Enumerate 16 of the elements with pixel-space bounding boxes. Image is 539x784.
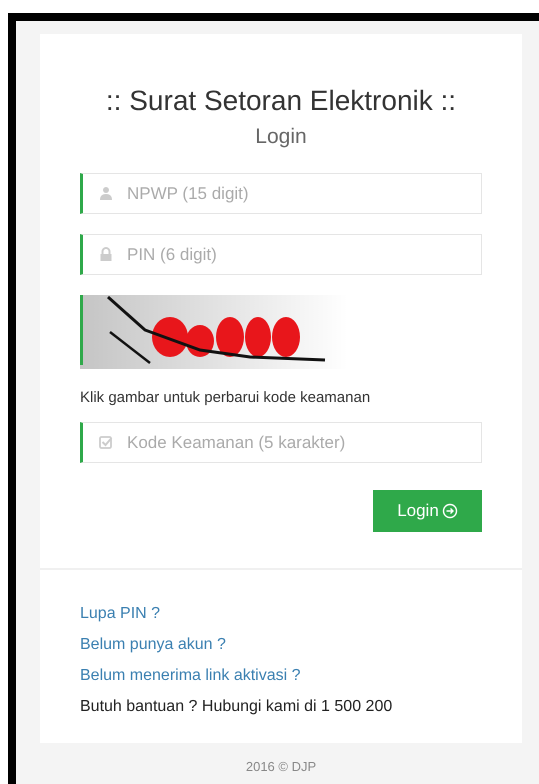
copyright-text: 2016 © DJP (244, 759, 318, 774)
lock-icon (99, 247, 113, 261)
input-field[interactable]: Kode Keamanan (5 karakter) (80, 422, 482, 463)
captcha-hint: Klik gambar untuk perbarui kode keamanan (80, 388, 372, 408)
login-button[interactable]: Login (373, 490, 482, 532)
help-text: Butuh bantuan ? Hubungi kami di 1 500 200 (80, 697, 392, 717)
user-icon (99, 186, 113, 200)
help-link[interactable]: Belum menerima link aktivasi ? (80, 660, 301, 691)
checkbox-icon (99, 435, 113, 449)
arrow-right-icon (442, 503, 458, 519)
login-heading: Login (254, 124, 308, 150)
input-field[interactable]: PIN (6 digit) (80, 234, 482, 275)
page-title: :: Surat Setoran Elektronik :: (104, 84, 458, 118)
help-link[interactable]: Lupa PIN ? (80, 598, 160, 629)
help-link[interactable]: Belum punya akun ? (80, 629, 226, 660)
input-field[interactable]: NPWP (15 digit) (80, 173, 482, 214)
